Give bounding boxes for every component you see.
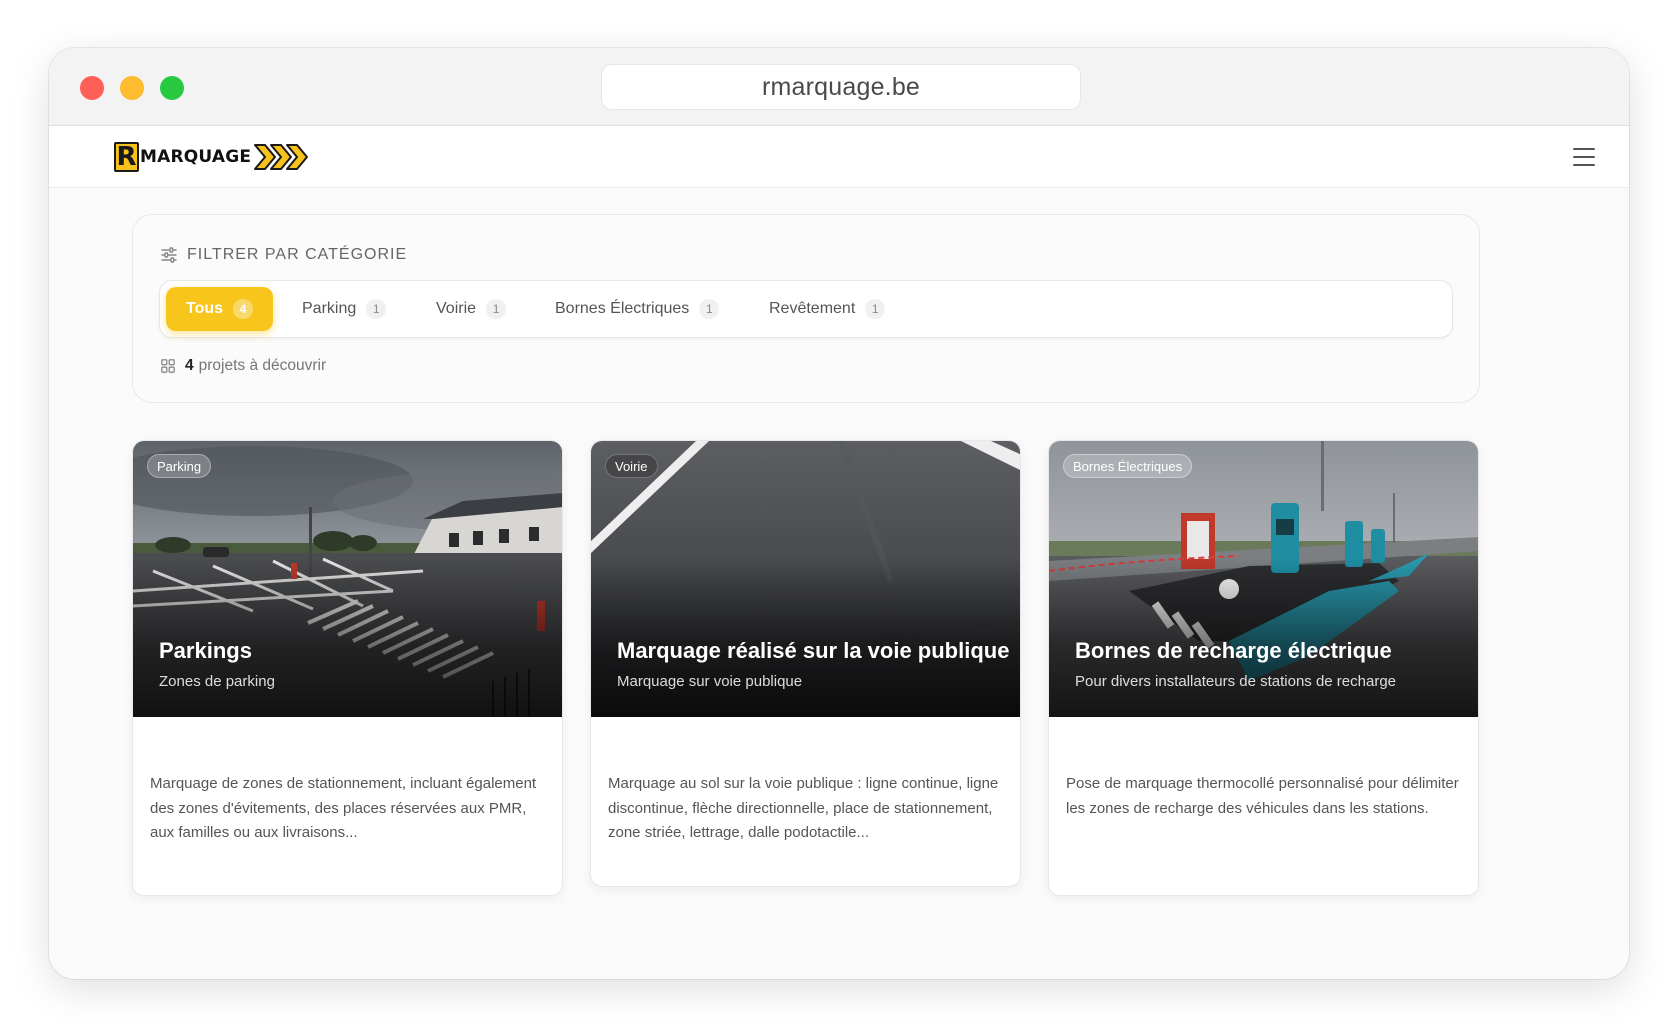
logo-chevrons-icon: [254, 144, 309, 170]
project-description: Marquage au sol sur la voie publique : l…: [608, 775, 999, 841]
close-window-button[interactable]: [80, 76, 104, 100]
project-title: Bornes de recharge électrique: [1075, 638, 1392, 663]
project-subtitle: Marquage sur voie publique: [617, 673, 803, 690]
browser-window: rmarquage.be R MARQUAGE FILTRER PAR CATÉ…: [49, 48, 1629, 979]
grid-icon: [161, 359, 175, 373]
project-count: 4 projets à découvrir: [161, 357, 326, 375]
category-badge: Bornes Électriques: [1063, 454, 1193, 478]
project-card-bornes-electriques[interactable]: Bornes Électriques Bornes de recharge él…: [1048, 440, 1479, 896]
menu-icon[interactable]: [1573, 148, 1595, 166]
tab-count: 1: [699, 299, 720, 319]
project-subtitle: Zones de parking: [159, 673, 275, 690]
tab-count: 1: [486, 299, 507, 319]
tab-label: Voirie: [436, 300, 477, 317]
tab-voirie[interactable]: Voirie 1: [416, 287, 526, 331]
sliders-icon: [161, 247, 177, 263]
category-badge: Parking: [147, 454, 212, 478]
project-description: Marquage de zones de stationnement, incl…: [150, 775, 537, 841]
project-image: Bornes Électriques Bornes de recharge él…: [1049, 441, 1478, 717]
project-title: Parkings: [159, 638, 252, 663]
project-image: Parking Parkings Zones de parking: [133, 441, 562, 717]
tab-count: 1: [366, 299, 387, 319]
tab-count: 1: [865, 299, 886, 319]
filter-heading: FILTRER PAR CATÉGORIE: [161, 246, 407, 264]
project-image: Voirie Marquage réalisé sur la voie publ…: [591, 441, 1020, 717]
project-subtitle: Pour divers installateurs de stations de…: [1075, 673, 1397, 690]
project-count-label: projets à découvrir: [198, 357, 327, 374]
tab-label: Revêtement: [769, 300, 856, 317]
logo-text: MARQUAGE: [140, 147, 252, 167]
address-bar[interactable]: rmarquage.be: [601, 64, 1081, 110]
site-logo[interactable]: R MARQUAGE: [114, 139, 311, 175]
filter-panel: FILTRER PAR CATÉGORIE Tous 4 Parking 1 V…: [132, 214, 1480, 403]
category-badge: Voirie: [605, 454, 658, 478]
filter-title: FILTRER PAR CATÉGORIE: [187, 246, 408, 263]
category-tabs: Tous 4 Parking 1 Voirie 1 Bornes Électri…: [159, 280, 1453, 338]
tab-count: 4: [233, 299, 254, 319]
project-card-parking[interactable]: Parking Parkings Zones de parking Marqua…: [132, 440, 563, 896]
tab-revetement[interactable]: Revêtement 1: [749, 287, 905, 331]
project-card-voirie[interactable]: Voirie Marquage réalisé sur la voie publ…: [590, 440, 1021, 887]
project-description: Pose de marquage thermocollé personnalis…: [1066, 775, 1459, 817]
image-gradient-overlay: [133, 557, 562, 717]
tab-label: Bornes Électriques: [555, 300, 690, 317]
project-count-number: 4: [185, 357, 194, 374]
image-gradient-overlay: [591, 557, 1020, 717]
site-navbar: R MARQUAGE: [49, 126, 1629, 188]
maximize-window-button[interactable]: [160, 76, 184, 100]
tab-tous[interactable]: Tous 4: [166, 287, 273, 331]
tab-bornes-electriques[interactable]: Bornes Électriques 1: [535, 287, 739, 331]
tab-parking[interactable]: Parking 1: [282, 287, 406, 331]
tab-label: Parking: [302, 300, 357, 317]
browser-titlebar: rmarquage.be: [49, 48, 1629, 126]
tab-label: Tous: [186, 300, 224, 317]
minimize-window-button[interactable]: [120, 76, 144, 100]
project-title: Marquage réalisé sur la voie publique: [617, 638, 1010, 663]
image-gradient-overlay: [1049, 557, 1478, 717]
logo-letter: R: [114, 142, 139, 172]
